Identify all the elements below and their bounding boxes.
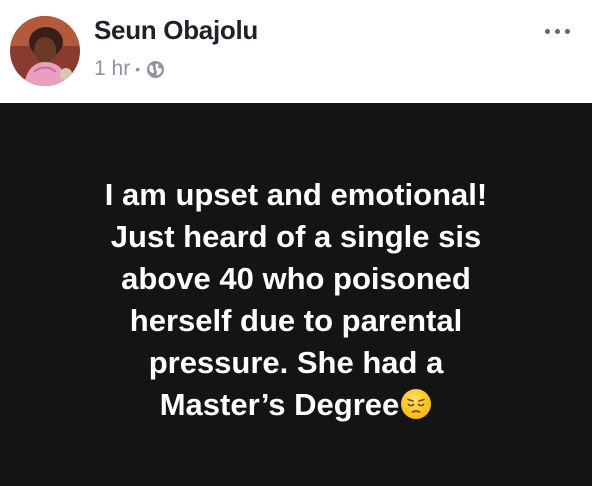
status-line: Master’s Degree (159, 387, 400, 422)
globe-icon[interactable] (146, 60, 165, 79)
post-meta: 1 hr • (94, 56, 165, 82)
avatar-image (10, 16, 80, 86)
more-dot (565, 28, 570, 34)
facebook-post: Seun Obajolu 1 hr • I am upset and emoti… (0, 0, 592, 486)
status-line: above 40 who poisoned (121, 261, 471, 296)
status-line: Just heard of a single sis (110, 219, 482, 254)
pensive-face-emoji-icon (400, 388, 432, 420)
timestamp[interactable]: 1 hr (94, 57, 130, 81)
avatar[interactable] (10, 16, 80, 86)
status-line: pressure. She had a (148, 345, 444, 380)
status-line: I am upset and emotional! (104, 177, 488, 212)
meta-separator: • (135, 61, 141, 77)
more-dot (545, 28, 550, 34)
status-text: I am upset and emotional! Just heard of … (0, 174, 592, 426)
status-background: I am upset and emotional! Just heard of … (0, 103, 592, 486)
author-name[interactable]: Seun Obajolu (94, 15, 258, 46)
post-header: Seun Obajolu 1 hr • (0, 0, 592, 103)
status-line: herself due to parental (129, 303, 463, 338)
status-line-last: Master’s Degree (0, 384, 592, 426)
more-options-icon[interactable] (545, 18, 570, 44)
more-dot (555, 28, 560, 34)
